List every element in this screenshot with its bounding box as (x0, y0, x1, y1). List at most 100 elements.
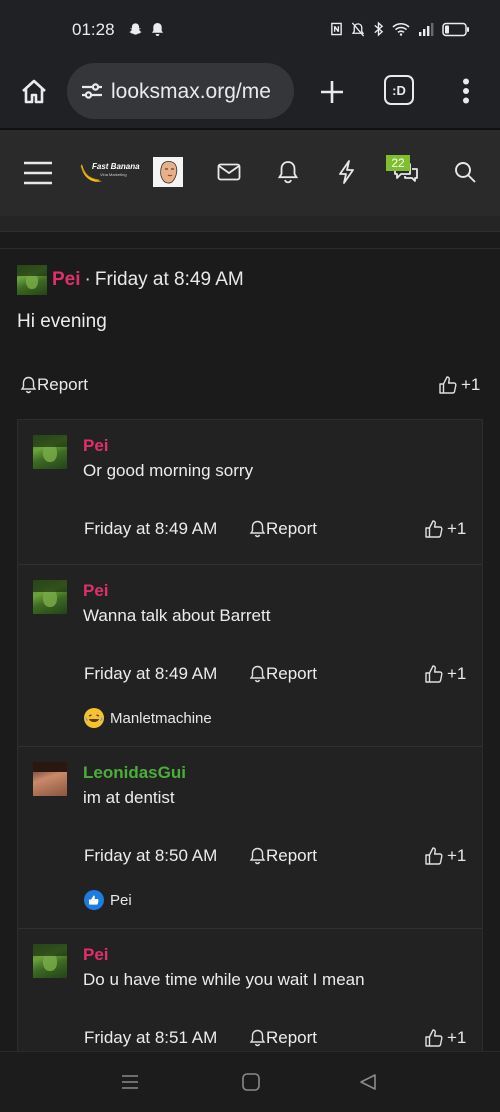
comment-text: Wanna talk about Barrett (83, 606, 271, 625)
snapchat-icon (129, 23, 142, 35)
comment-timestamp[interactable]: Friday at 8:49 AM (84, 664, 217, 684)
thumbs-up-icon (425, 665, 443, 683)
status-bar: 01:28 (0, 0, 500, 58)
lightning-bolt-icon (339, 160, 354, 184)
like-button[interactable]: +1 (424, 1028, 466, 1048)
home-system-button[interactable] (241, 1072, 261, 1097)
like-label: +1 (447, 1028, 467, 1047)
browser-toolbar: looksmax.org/me :D (0, 58, 500, 130)
comment-author[interactable]: Pei (83, 945, 109, 965)
recents-button[interactable] (120, 1072, 140, 1097)
hamburger-icon (24, 161, 52, 185)
like-label: +1 (447, 519, 467, 538)
comment-timestamp[interactable]: Friday at 8:49 AM (84, 519, 217, 539)
battery-icon (442, 22, 469, 36)
recents-menu-icon (122, 1075, 138, 1089)
report-button[interactable]: Report (249, 519, 317, 539)
browser-menu-button[interactable] (452, 74, 480, 108)
site-navigation: Fast Banana Vina Marketing (0, 130, 500, 216)
wifi-icon (392, 23, 410, 36)
site-logo[interactable]: Fast Banana Vina Marketing (78, 158, 140, 188)
avatar[interactable] (17, 265, 47, 295)
user-avatar-button[interactable] (153, 157, 183, 187)
system-navigation-bar (0, 1051, 500, 1112)
report-label: Report (37, 375, 89, 394)
post-timestamp[interactable]: Friday at 8:49 AM (95, 269, 244, 291)
nav-bottom-strip (0, 216, 500, 232)
report-label: Report (266, 664, 318, 683)
like-label: +1 (447, 664, 467, 683)
comment: Pei Or good morning sorry Friday at 8:49… (18, 420, 482, 565)
report-button[interactable]: Report (20, 375, 88, 395)
address-bar[interactable]: looksmax.org/me (67, 63, 294, 119)
search-button[interactable] (450, 156, 480, 188)
thumbs-up-icon (425, 520, 443, 538)
comment-timestamp[interactable]: Friday at 8:51 AM (84, 1028, 217, 1048)
back-button[interactable] (358, 1072, 378, 1097)
comment: LeonidasGui im at dentist Friday at 8:50… (18, 747, 482, 929)
logo-subtext: Vina Marketing (100, 172, 127, 177)
bell-icon (249, 520, 266, 538)
bell-icon (20, 376, 37, 394)
comments-list: Pei Or good morning sorry Friday at 8:49… (17, 419, 483, 1059)
new-tab-button[interactable] (312, 72, 352, 112)
reaction-list[interactable]: Pei (84, 890, 132, 910)
search-icon (455, 162, 476, 183)
like-button[interactable]: +1 (424, 519, 466, 539)
avatar[interactable] (33, 580, 67, 614)
status-time: 01:28 (72, 20, 115, 39)
post-author[interactable]: Pei (52, 269, 81, 291)
square-home-icon (242, 1073, 260, 1091)
signal-icon (419, 23, 434, 36)
like-label: +1 (461, 375, 481, 394)
report-button[interactable]: Report (249, 846, 317, 866)
report-button[interactable]: Report (249, 1028, 317, 1048)
whats-new-button[interactable] (332, 156, 362, 188)
conversations-badge: 22 (386, 155, 410, 171)
alerts-button[interactable] (273, 156, 303, 188)
bell-icon (249, 665, 266, 683)
site-settings-icon[interactable] (81, 81, 103, 101)
thumbs-up-icon (425, 847, 443, 865)
bell-icon (249, 1029, 266, 1047)
report-button[interactable]: Report (249, 664, 317, 684)
reaction-list[interactable]: Manletmachine (84, 708, 212, 728)
thumbs-up-icon (439, 376, 457, 394)
bell-icon (249, 847, 266, 865)
plus-icon (321, 81, 343, 103)
reaction-user[interactable]: Manletmachine (110, 710, 212, 727)
report-label: Report (266, 519, 318, 538)
comment-author[interactable]: LeonidasGui (83, 763, 186, 783)
comment-text: Do u have time while you wait I mean (83, 970, 365, 989)
like-button[interactable]: +1 (438, 375, 480, 395)
comment-author[interactable]: Pei (83, 436, 109, 456)
avatar[interactable] (33, 944, 67, 978)
hamburger-menu-button[interactable] (20, 156, 56, 190)
report-label: Report (266, 1028, 318, 1047)
comment: Pei Wanna talk about Barrett Friday at 8… (18, 565, 482, 747)
avatar[interactable] (33, 762, 67, 796)
separator-dot: · (84, 269, 91, 290)
bald-face-avatar-icon (153, 157, 183, 187)
report-label: Report (266, 846, 318, 865)
avatar[interactable] (33, 435, 67, 469)
post-header: Pei · Friday at 8:49 AM (17, 265, 244, 295)
back-triangle-icon (360, 1074, 376, 1090)
more-vertical-icon (463, 78, 469, 104)
like-button[interactable]: +1 (424, 846, 466, 866)
home-icon (22, 79, 46, 104)
like-label: +1 (447, 846, 467, 865)
comment-timestamp[interactable]: Friday at 8:50 AM (84, 846, 217, 866)
divider (0, 248, 500, 249)
home-button[interactable] (14, 72, 54, 112)
bell-icon (277, 161, 299, 184)
bluetooth-icon (374, 21, 384, 37)
tab-switcher-button[interactable]: :D (384, 75, 414, 105)
logo-text: Fast Banana (92, 162, 140, 171)
like-button[interactable]: +1 (424, 664, 466, 684)
inbox-button[interactable] (214, 156, 244, 188)
post-body: Hi evening (17, 311, 107, 332)
thumbs-up-icon (425, 1029, 443, 1047)
reaction-user[interactable]: Pei (110, 892, 132, 909)
comment-author[interactable]: Pei (83, 581, 109, 601)
